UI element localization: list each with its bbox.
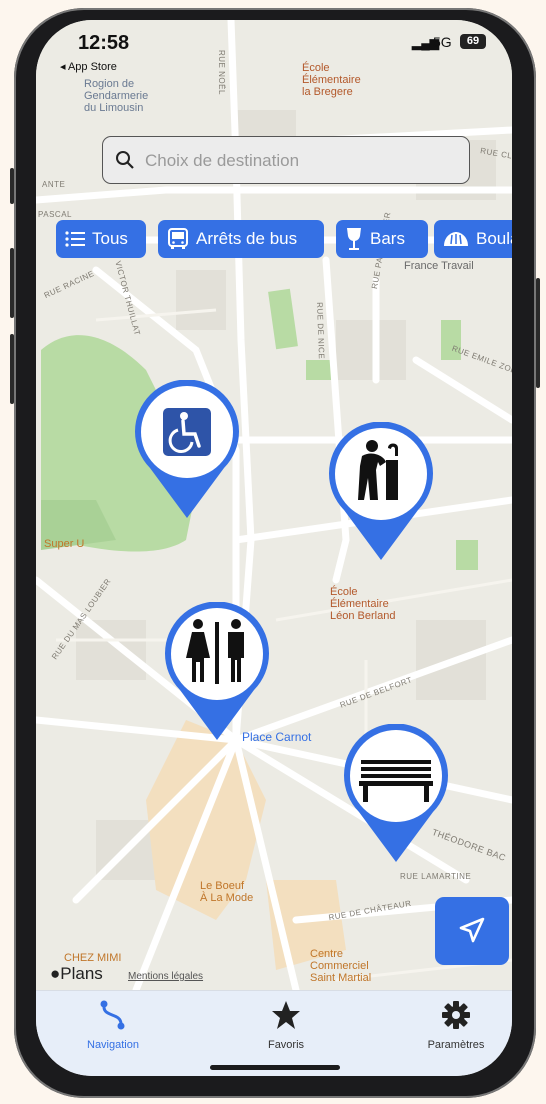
map-label-centre: Centre Commerciel Saint Martial <box>310 948 372 984</box>
star-icon <box>272 1001 300 1029</box>
status-time: 12:58 <box>78 32 130 54</box>
filter-tous[interactable]: Tous <box>56 220 146 258</box>
apple-logo-icon: ● <box>50 964 61 983</box>
status-bar: 12:58 ◂ App Store ▂▄▆ 5G 69 <box>36 20 512 90</box>
destination-search[interactable] <box>102 136 470 184</box>
marker-bench[interactable] <box>341 724 451 864</box>
phone-screen: Rogion de Gendarmerie du Limousin École … <box>36 20 512 1076</box>
route-icon <box>100 1000 125 1030</box>
map-label-ecole-berland: École Élémentaire Léon Berland <box>330 586 396 622</box>
filter-label: Bars <box>370 229 405 248</box>
list-icon <box>65 231 85 247</box>
tab-favoris[interactable]: Favoris <box>231 999 341 1051</box>
plans-label: Plans <box>60 964 103 983</box>
gear-icon <box>442 1001 470 1029</box>
map-label-france-travail: France Travail <box>404 260 474 272</box>
wine-glass-icon <box>347 228 361 250</box>
legal-notice-link[interactable]: Mentions légales <box>128 971 203 982</box>
tab-label: Favoris <box>267 1039 305 1051</box>
locate-me-button[interactable] <box>435 897 509 965</box>
network-label: 5G <box>433 34 452 50</box>
street-pascal: PASCAL <box>38 210 72 219</box>
tab-label: Navigation <box>87 1039 139 1051</box>
street-lamartine: RUE LAMARTINE <box>400 872 472 881</box>
bread-icon <box>444 232 468 246</box>
tab-navigation[interactable]: Navigation <box>58 999 168 1051</box>
tab-parametres[interactable]: Paramètres <box>401 999 511 1051</box>
marker-wheelchair[interactable] <box>132 380 242 520</box>
home-indicator <box>210 1065 340 1070</box>
marker-drinking-fountain[interactable] <box>326 422 436 562</box>
search-icon <box>116 151 134 169</box>
filter-label: Tous <box>92 229 128 248</box>
filter-bars[interactable]: Bars <box>336 220 428 258</box>
street-nice: RUE DE NICE <box>315 302 326 360</box>
marker-restroom[interactable] <box>162 602 272 742</box>
tab-label: Paramètres <box>427 1039 485 1051</box>
filter-arrets-de-bus[interactable]: Arrêts de bus <box>158 220 324 258</box>
street-ante: ANTE <box>42 180 66 189</box>
map-label-chez-mimi: CHEZ MIMI <box>64 952 122 964</box>
search-input[interactable] <box>143 145 447 177</box>
filter-label: Boular <box>476 229 512 248</box>
maps-attribution: ●Plans <box>50 964 103 984</box>
back-to-app-store[interactable]: ◂ App Store <box>60 60 117 73</box>
bus-icon <box>168 228 188 249</box>
map-label-boeuf: Le Boeuf À La Mode <box>200 880 254 904</box>
map-label-super-u: Super U <box>44 538 85 550</box>
location-arrow-icon <box>459 917 485 943</box>
filter-boulangeries[interactable]: Boular <box>434 220 512 258</box>
tab-bar: Navigation Favoris Paramètres <box>36 990 512 1076</box>
battery-icon: 69 <box>460 34 486 49</box>
wheelchair-accessible-icon <box>163 408 211 456</box>
filter-label: Arrêts de bus <box>196 229 298 248</box>
